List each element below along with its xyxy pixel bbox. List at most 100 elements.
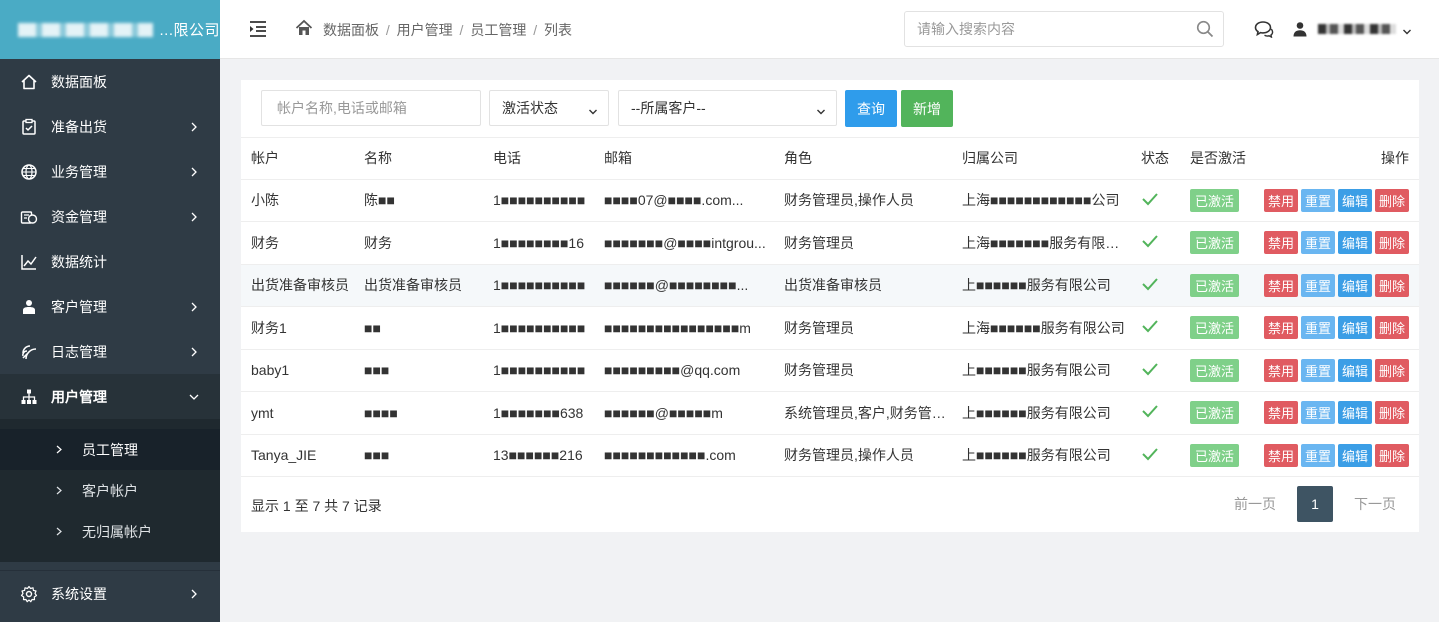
sidebar-subitem-staff[interactable]: 员工管理 [0,429,220,470]
add-button[interactable]: 新增 [901,90,953,127]
disable-button[interactable]: 禁用 [1263,273,1298,297]
globe-icon [20,163,38,181]
chevron-down-icon [188,391,200,403]
check-icon [1141,278,1159,294]
column-header-role: 角色 [774,138,952,180]
edit-button[interactable]: 编辑 [1337,273,1372,297]
status-select[interactable]: 激活状态 [489,90,609,126]
table-row[interactable]: Tanya_JIE ■■■ 13■■■■■■216 ■■■■■■■■■■■■.com 财… [241,434,1419,477]
sidebar-item-dashboard[interactable]: 数据面板 [0,59,220,104]
user-menu[interactable] [1292,20,1412,38]
table-row[interactable]: ymt ■■■■ 1■■■■■■■638 ■■■■■■@■■■■■m 系统管理员,客户,… [241,391,1419,435]
org-chart-icon [20,388,38,406]
cell-company: 上海■■■■■■■服务有限公司 [952,221,1131,265]
reset-button[interactable]: 重置 [1300,273,1335,297]
prev-page-button[interactable]: 前一页 [1221,486,1289,522]
disable-button[interactable]: 禁用 [1263,358,1298,382]
customer-select[interactable]: --所属客户-- [618,90,837,126]
edit-button[interactable]: 编辑 [1337,443,1372,467]
delete-button[interactable]: 删除 [1374,358,1409,382]
reset-button[interactable]: 重置 [1300,188,1335,212]
table-header-row: 帐户 名称 电话 邮箱 角色 归属公司 状态 是否激活 操作 [241,138,1419,180]
breadcrumb-item-users[interactable]: 用户管理 [397,22,453,38]
cell-role: 财务管理员,操作人员 [774,434,952,477]
reset-button[interactable]: 重置 [1300,358,1335,382]
cell-email: ■■■■■■■■■@qq.com [594,349,774,392]
cell-email: ■■■■■■■■■■■■.com [594,434,774,477]
cell-role: 财务管理员 [774,306,952,350]
edit-button[interactable]: 编辑 [1337,316,1372,340]
table-row[interactable]: 财务 财务 1■■■■■■■■16 ■■■■■■■@■■■■intgrou... 财务管… [241,221,1419,265]
sidebar-item-settings[interactable]: 系统设置 [0,571,220,616]
next-page-button[interactable]: 下一页 [1341,486,1409,522]
status-select-value: 激活状态 [502,100,558,116]
disable-button[interactable]: 禁用 [1263,401,1298,425]
chevron-right-icon [188,588,200,600]
menu-toggle-icon[interactable] [248,20,268,38]
delete-button[interactable]: 删除 [1374,401,1409,425]
edit-button[interactable]: 编辑 [1337,231,1372,255]
page-button-current[interactable]: 1 [1297,486,1333,522]
account-filter-input[interactable] [262,91,480,125]
sidebar-item-customers[interactable]: 客户管理 [0,284,220,329]
column-header-name: 名称 [354,138,483,180]
sidebar-item-business[interactable]: 业务管理 [0,149,220,194]
column-header-account: 帐户 [241,138,354,180]
check-icon [1141,193,1159,209]
search-input[interactable] [905,12,1185,46]
delete-button[interactable]: 删除 [1374,316,1409,340]
delete-button[interactable]: 删除 [1374,188,1409,212]
breadcrumb-home-icon[interactable] [295,19,313,37]
activated-badge: 已激活 [1190,231,1240,255]
user-icon [1292,21,1308,37]
cell-name: 陈■■ [354,179,483,222]
sidebar-subitem-customer-accounts[interactable]: 客户帐户 [0,470,220,511]
cell-phone: 1■■■■■■■■■■ [483,264,594,307]
breadcrumb-item-staff[interactable]: 员工管理 [470,22,526,38]
delete-button[interactable]: 删除 [1374,443,1409,467]
reset-button[interactable]: 重置 [1300,401,1335,425]
sidebar-item-prepare-shipment[interactable]: 准备出货 [0,104,220,149]
query-button[interactable]: 查询 [845,90,897,127]
edit-button[interactable]: 编辑 [1337,358,1372,382]
disable-button[interactable]: 禁用 [1263,188,1298,212]
sidebar-submenu-users: 员工管理 客户帐户 无归属帐户 [0,419,220,562]
reset-button[interactable]: 重置 [1300,316,1335,340]
delete-button[interactable]: 删除 [1374,231,1409,255]
table-footer: 显示 1 至 7 共 7 记录 前一页 1 下一页 [241,476,1419,532]
sidebar-subitem-label: 客户帐户 [82,482,138,499]
search-icon[interactable] [1196,20,1214,38]
sidebar-item-logs[interactable]: 日志管理 [0,329,220,374]
disable-button[interactable]: 禁用 [1263,231,1298,255]
records-info: 显示 1 至 7 共 7 记录 [251,498,382,514]
delete-button[interactable]: 删除 [1374,273,1409,297]
breadcrumb-item-dashboard[interactable]: 数据面板 [323,22,379,38]
edit-button[interactable]: 编辑 [1337,401,1372,425]
cell-role: 财务管理员,操作人员 [774,179,952,222]
sidebar-item-label: 日志管理 [51,343,107,360]
disable-button[interactable]: 禁用 [1263,443,1298,467]
cell-company: 上■■■■■■服务有限公司 [952,349,1131,392]
disable-button[interactable]: 禁用 [1263,316,1298,340]
sidebar-item-users[interactable]: 用户管理 [0,374,220,419]
table-row[interactable]: 财务1 ■■ 1■■■■■■■■■■ ■■■■■■■■■■■■■■■■m 财务管理员 上海… [241,306,1419,350]
cell-actions: 禁用 重置 编辑 删除 [1250,306,1419,350]
brand-logo[interactable]: ...限公司 [0,0,220,59]
cell-name: ■■■ [354,434,483,477]
chat-icon[interactable] [1254,20,1274,39]
sidebar-subitem-unassigned-accounts[interactable]: 无归属帐户 [0,511,220,552]
edit-button[interactable]: 编辑 [1337,188,1372,212]
top-header: 数据面板 / 用户管理 / 员工管理 / 列表 [220,0,1439,59]
sidebar-item-funds[interactable]: 资金管理 [0,194,220,239]
cell-status [1131,179,1180,222]
customer-select-value: --所属客户-- [631,100,706,116]
table-row[interactable]: baby1 ■■■ 1■■■■■■■■■■ ■■■■■■■■■@qq.com 财务管理员… [241,349,1419,392]
sidebar-item-statistics[interactable]: 数据统计 [0,239,220,284]
pagination: 前一页 1 下一页 [1221,486,1409,522]
reset-button[interactable]: 重置 [1300,443,1335,467]
table-row[interactable]: 出货准备审核员 出货准备审核员 1■■■■■■■■■■ ■■■■■■@■■■■■■■■… [241,264,1419,307]
cell-role: 财务管理员 [774,349,952,392]
table-row[interactable]: 小陈 陈■■ 1■■■■■■■■■■ ■■■■07@■■■■.com... 财务管理员,… [241,179,1419,222]
reset-button[interactable]: 重置 [1300,231,1335,255]
sidebar-item-label: 数据统计 [51,253,107,270]
